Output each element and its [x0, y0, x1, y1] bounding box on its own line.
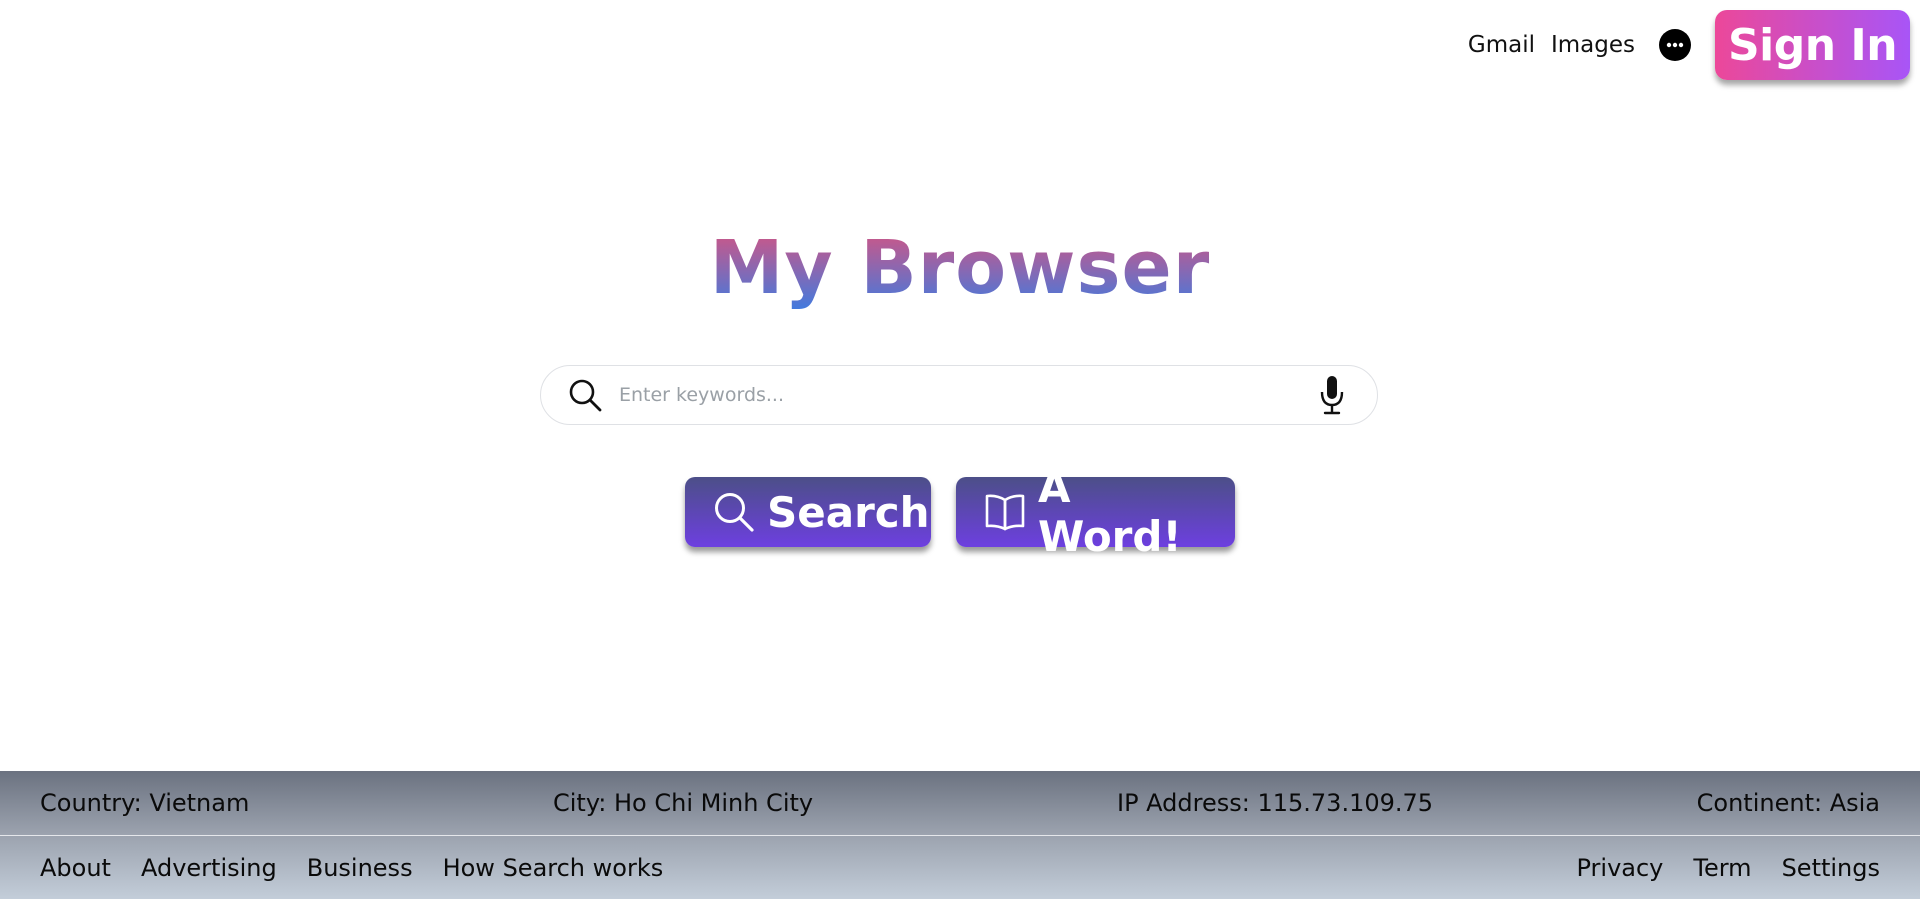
footer-links-bar: About Advertising Business How Search wo… — [0, 836, 1920, 899]
footer: Country: Vietnam City: Ho Chi Minh City … — [0, 771, 1920, 899]
search-icon — [713, 490, 755, 534]
search-button[interactable]: Search — [685, 477, 931, 547]
footer-link-term[interactable]: Term — [1693, 854, 1751, 882]
ip-address-info: IP Address: 115.73.109.75 — [1117, 789, 1434, 817]
page: Gmail Images Sign In My Browser Enter ke… — [0, 0, 1920, 899]
footer-link-how-search-works[interactable]: How Search works — [443, 854, 664, 882]
gmail-link[interactable]: Gmail — [1468, 32, 1535, 58]
action-buttons: Search A Word! — [685, 463, 1235, 561]
search-icon — [567, 377, 603, 413]
more-options-button[interactable] — [1659, 29, 1691, 61]
footer-location-bar: Country: Vietnam City: Ho Chi Minh City … — [0, 771, 1920, 836]
more-horizontal-icon — [1666, 42, 1684, 48]
open-book-icon — [984, 490, 1026, 534]
search-bar[interactable] — [540, 365, 1378, 425]
footer-link-privacy[interactable]: Privacy — [1576, 854, 1663, 882]
footer-right-links: Privacy Term Settings — [1546, 854, 1880, 882]
logo: My Browser — [0, 220, 1920, 316]
country-info: Country: Vietnam — [40, 789, 250, 817]
top-bar: Gmail Images Sign In — [1468, 10, 1910, 80]
footer-link-settings[interactable]: Settings — [1782, 854, 1880, 882]
sign-in-button[interactable]: Sign In — [1715, 10, 1910, 80]
footer-link-advertising[interactable]: Advertising — [141, 854, 277, 882]
microphone-icon[interactable] — [1317, 375, 1347, 415]
footer-link-business[interactable]: Business — [307, 854, 413, 882]
search-input[interactable] — [617, 383, 1317, 407]
footer-left-links: About Advertising Business How Search wo… — [40, 854, 693, 882]
logo-text: My Browser — [709, 225, 1211, 311]
images-link[interactable]: Images — [1551, 32, 1635, 58]
a-word-button-label: A Word! — [1038, 463, 1182, 561]
search-button-label: Search — [767, 487, 930, 537]
continent-info: Continent: Asia — [1696, 789, 1880, 817]
a-word-button[interactable]: A Word! — [956, 463, 1235, 561]
footer-link-about[interactable]: About — [40, 854, 111, 882]
city-info: City: Ho Chi Minh City — [553, 789, 814, 817]
